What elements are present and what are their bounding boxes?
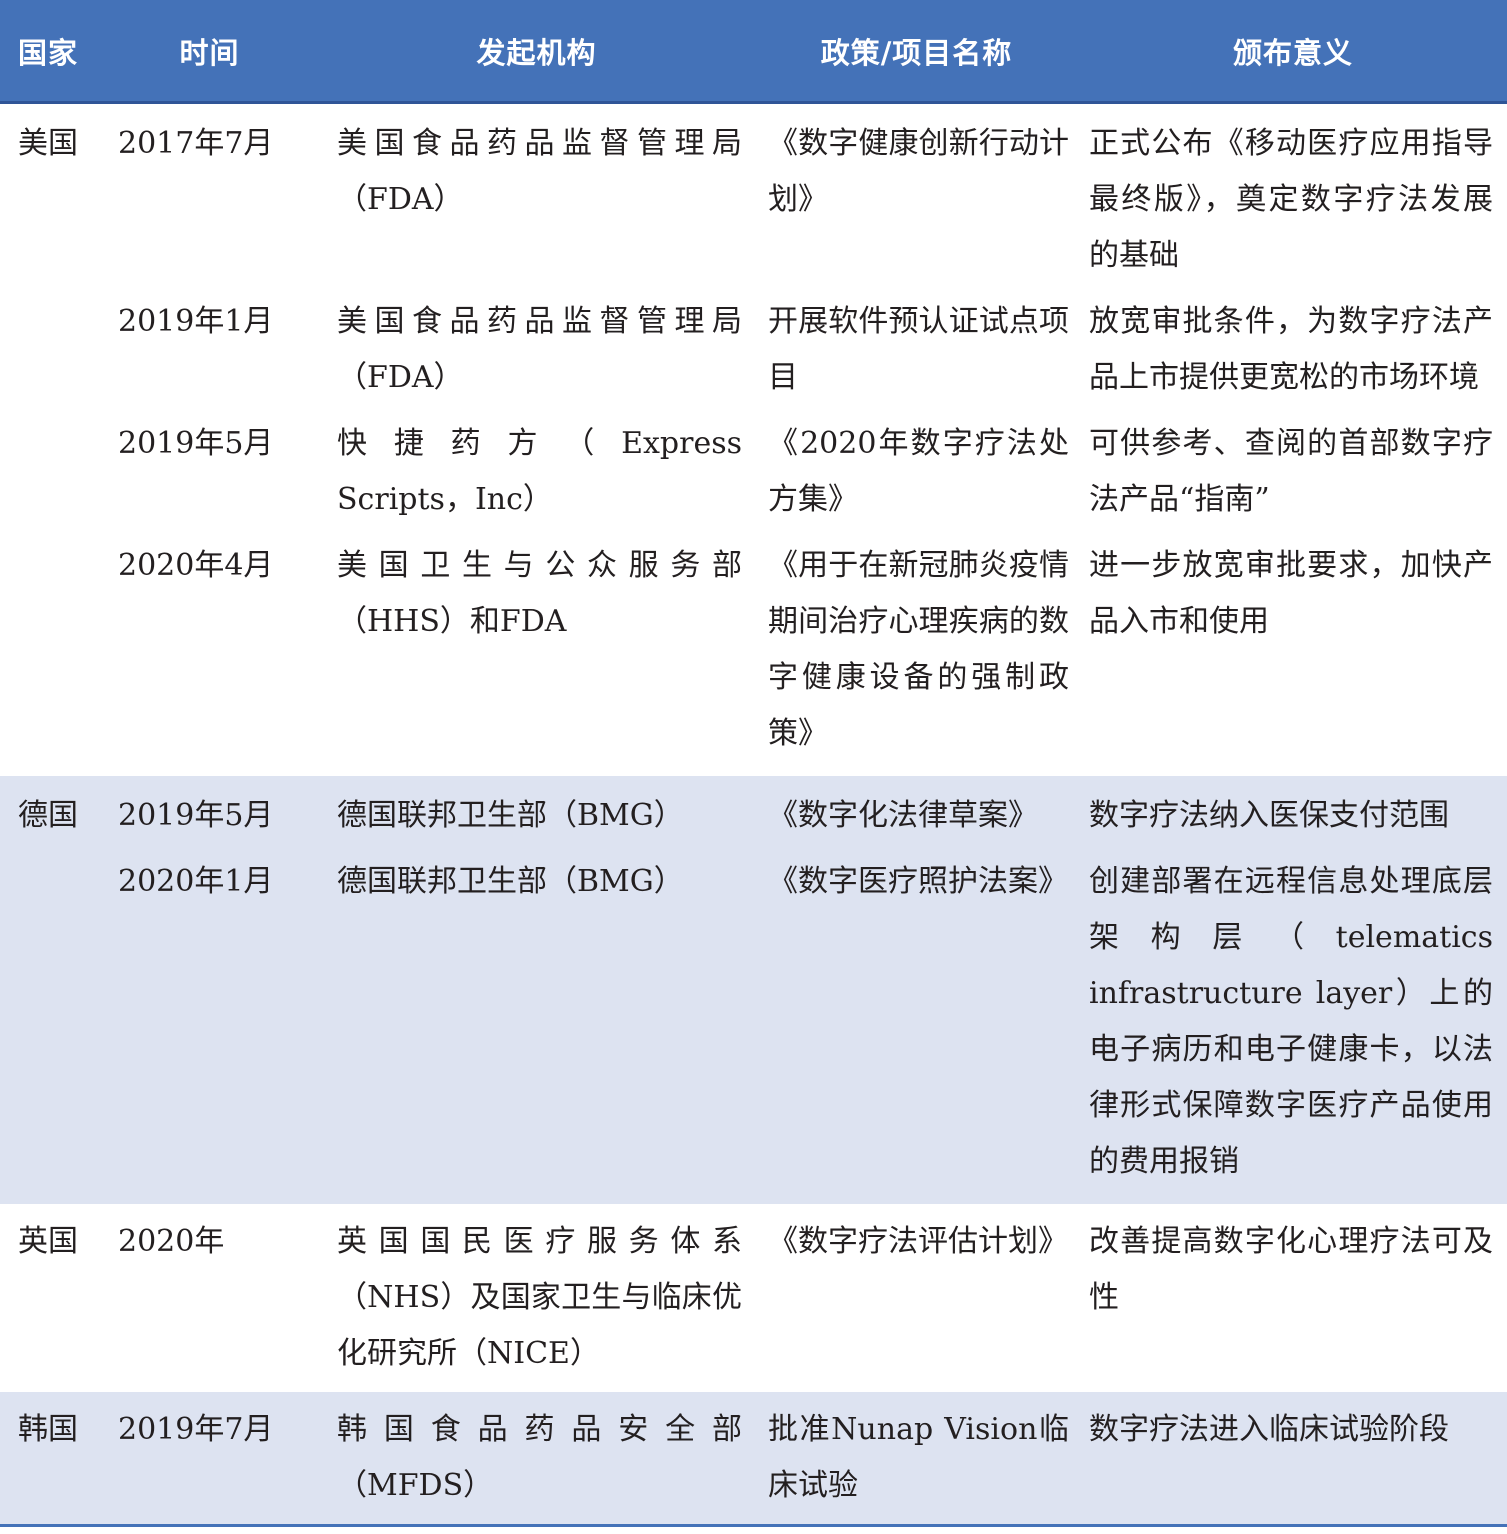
cell-date: 2020年4月 [118,548,274,583]
cell-country [0,284,100,406]
table-row: 2019年1月 美国食品药品监督管理局（FDA） 开展软件预认证试点项目 放宽审… [0,284,1507,406]
policy-table: 国家 时间 发起机构 政策/项目名称 颁布意义 美国 2017年7月 美国食品药… [0,0,1507,1527]
cell-date: 2019年1月 [118,304,274,339]
cell-policy: 《用于在新冠肺炎疫情期间治疗心理疾病的数字健康设备的强制政策》 [768,548,1069,751]
cell-org: 美国食品药品监督管理局（FDA） [337,304,742,395]
cell-country [0,528,100,776]
cell-country [0,406,100,528]
header-country: 国家 [0,0,100,104]
cell-org: 美国食品药品监督管理局（FDA） [337,126,742,217]
cell-org: 美国卫生与公众服务部（HHS）和FDA [337,548,742,639]
cell-date: 2019年5月 [118,426,274,461]
cell-policy: 《数字医疗照护法案》 [754,844,1079,1204]
cell-country [0,844,100,1204]
cell-org: 德国联邦卫生部（BMG） [319,844,754,1204]
cell-significance: 创建部署在远程信息处理底层架构层（telematics infrastructu… [1079,844,1507,1204]
cell-date: 2019年7月 [100,1392,319,1527]
table-row: 2020年1月 德国联邦卫生部（BMG） 《数字医疗照护法案》 创建部署在远程信… [0,844,1507,1204]
cell-policy: 开展软件预认证试点项目 [768,304,1069,395]
cell-org: 德国联邦卫生部（BMG） [319,776,754,844]
table-row: 德国 2019年5月 德国联邦卫生部（BMG） 《数字化法律草案》 数字疗法纳入… [0,776,1507,844]
header-policy: 政策/项目名称 [754,0,1079,104]
table-row: 2020年4月 美国卫生与公众服务部（HHS）和FDA 《用于在新冠肺炎疫情期间… [0,528,1507,776]
cell-policy: 《数字疗法评估计划》 [768,1224,1068,1259]
table-row: 2019年5月 快捷药方（Express Scripts，Inc） 《2020年… [0,406,1507,528]
cell-significance: 可供参考、查阅的首部数字疗法产品“指南” [1089,426,1493,517]
cell-significance: 放宽审批条件，为数字疗法产品上市提供更宽松的市场环境 [1089,304,1493,395]
cell-significance: 数字疗法纳入医保支付范围 [1079,776,1507,844]
cell-significance: 数字疗法进入临床试验阶段 [1079,1392,1507,1527]
cell-policy: 《数字健康创新行动计划》 [768,126,1069,217]
table-row: 英国 2020年 英国国民医疗服务体系（NHS）及国家卫生与临床优化研究所（NI… [0,1204,1507,1392]
cell-date: 2019年5月 [100,776,319,844]
cell-date: 2017年7月 [118,126,274,161]
cell-country: 韩国 [0,1392,100,1527]
cell-significance: 改善提高数字化心理疗法可及性 [1089,1224,1493,1315]
header-date: 时间 [100,0,319,104]
cell-policy: 《数字化法律草案》 [754,776,1079,844]
cell-country: 德国 [0,776,100,844]
table-header-row: 国家 时间 发起机构 政策/项目名称 颁布意义 [0,0,1507,104]
cell-country: 英国 [18,1224,78,1259]
cell-org: 英国国民医疗服务体系（NHS）及国家卫生与临床优化研究所（NICE） [337,1224,742,1371]
cell-policy: 批准Nunap Vision临床试验 [754,1392,1079,1527]
cell-significance: 正式公布《移动医疗应用指导最终版》，奠定数字疗法发展的基础 [1089,126,1493,273]
header-org: 发起机构 [319,0,754,104]
cell-org: 快捷药方（Express Scripts，Inc） [337,426,742,517]
table-row: 美国 2017年7月 美国食品药品监督管理局（FDA） 《数字健康创新行动计划》… [0,103,1507,285]
cell-org: 韩国食品药品安全部（MFDS） [319,1392,754,1527]
cell-policy: 《2020年数字疗法处方集》 [768,426,1069,517]
cell-country: 美国 [18,126,78,161]
header-significance: 颁布意义 [1079,0,1507,104]
table-row: 韩国 2019年7月 韩国食品药品安全部（MFDS） 批准Nunap Visio… [0,1392,1507,1527]
cell-significance: 进一步放宽审批要求，加快产品入市和使用 [1089,548,1493,639]
cell-date: 2020年 [118,1224,225,1259]
cell-date: 2020年1月 [100,844,319,1204]
